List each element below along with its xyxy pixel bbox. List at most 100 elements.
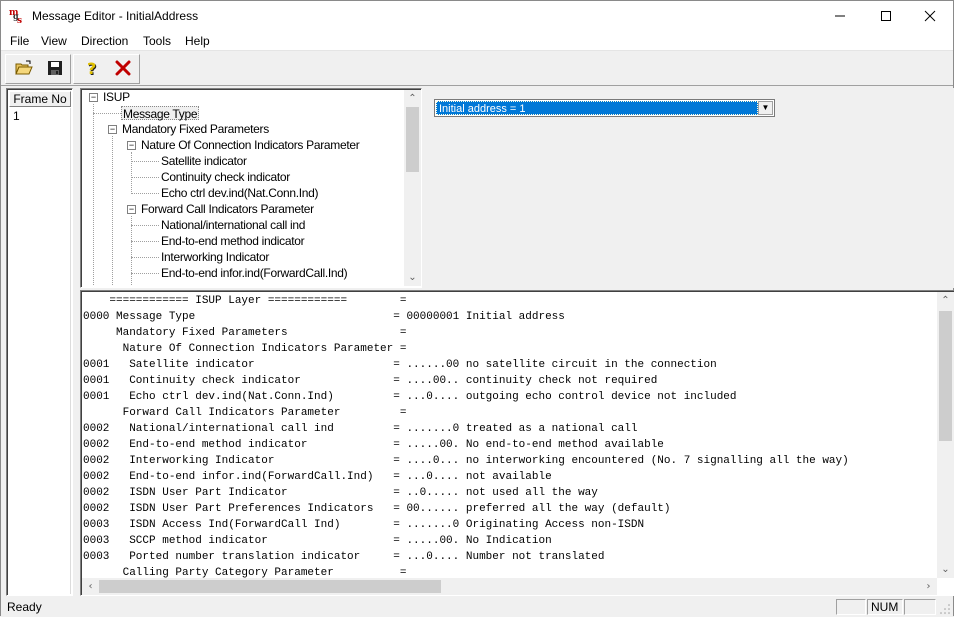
collapse-forward-icon[interactable]: − bbox=[127, 205, 136, 214]
save-button[interactable] bbox=[43, 60, 67, 82]
decode-line: 0000 Message Type = 00000001 Initial add… bbox=[83, 311, 565, 323]
menu-view[interactable]: View bbox=[41, 34, 67, 48]
scroll-thumb[interactable] bbox=[406, 107, 419, 172]
tree-node-end-to-end-infor[interactable]: End-to-end infor.ind(ForwardCall.Ind) bbox=[161, 266, 348, 280]
decode-line: 0002 ISDN User Part Indicator = ..0.....… bbox=[83, 487, 598, 499]
frame-list-divider bbox=[70, 108, 71, 594]
decode-line: 0001 Continuity check indicator = ....00… bbox=[83, 375, 658, 387]
open-button[interactable] bbox=[12, 60, 36, 82]
scroll-down-arrow-icon[interactable]: ⌄ bbox=[937, 561, 954, 578]
frame-list: Frame No 1 bbox=[6, 88, 73, 596]
scroll-left-arrow-icon[interactable]: ‹ bbox=[82, 578, 99, 595]
decode-line: 0002 ISDN User Part Preferences Indicato… bbox=[83, 503, 671, 515]
folder-open-icon bbox=[15, 60, 33, 75]
close-icon bbox=[924, 10, 936, 22]
decode-line: Forward Call Indicators Parameter = bbox=[83, 407, 407, 419]
message-type-select[interactable]: Initial address = 1 ▼ bbox=[434, 99, 775, 117]
help-button[interactable]: ? ? bbox=[81, 59, 105, 82]
scroll-down-arrow-icon[interactable]: ⌄ bbox=[404, 269, 421, 286]
collapse-mandatory-icon[interactable]: − bbox=[108, 125, 117, 134]
minimize-button[interactable] bbox=[817, 1, 863, 31]
status-num-lock: NUM bbox=[867, 599, 903, 615]
tree-node-isup[interactable]: ISUP bbox=[103, 90, 130, 104]
toolbar-file-group bbox=[5, 54, 71, 84]
menu-help[interactable]: Help bbox=[185, 34, 210, 48]
scroll-thumb[interactable] bbox=[939, 311, 952, 441]
floppy-disk-icon bbox=[48, 61, 62, 75]
resize-grip-icon[interactable] bbox=[939, 603, 951, 615]
tree-node-satellite[interactable]: Satellite indicator bbox=[161, 154, 247, 168]
tree-connector bbox=[131, 152, 132, 192]
tree-connector bbox=[131, 177, 159, 178]
decode-line: ============ ISUP Layer ============ = bbox=[83, 295, 407, 307]
tree-node-mandatory-fixed[interactable]: Mandatory Fixed Parameters bbox=[122, 122, 269, 136]
tree-connector bbox=[131, 257, 159, 258]
question-mark-icon: ? ? bbox=[87, 59, 97, 79]
maximize-button[interactable] bbox=[863, 1, 909, 31]
tree-connector bbox=[93, 113, 121, 114]
collapse-nature-icon[interactable]: − bbox=[127, 141, 136, 150]
tree-node-echo[interactable]: Echo ctrl dev.ind(Nat.Conn.Ind) bbox=[161, 186, 319, 200]
status-bar: Ready NUM bbox=[1, 597, 953, 617]
scroll-up-arrow-icon[interactable]: ⌃ bbox=[937, 292, 954, 309]
red-x-icon bbox=[115, 60, 131, 76]
decode-line: 0003 SCCP method indicator = .....00. No… bbox=[83, 535, 552, 547]
tree-node-end-to-end[interactable]: End-to-end method indicator bbox=[161, 234, 305, 248]
tree-connector bbox=[131, 193, 159, 194]
tree-connector bbox=[131, 273, 159, 274]
decode-line: 0002 End-to-end infor.ind(ForwardCall.In… bbox=[83, 471, 552, 483]
decode-vertical-scrollbar[interactable]: ⌃ ⌄ bbox=[937, 292, 954, 578]
delete-button[interactable] bbox=[111, 60, 135, 82]
tree-connector bbox=[131, 216, 132, 285]
window-title: Message Editor - InitialAddress bbox=[32, 9, 199, 23]
maximize-icon bbox=[881, 11, 891, 21]
tree-node-forward-call[interactable]: Forward Call Indicators Parameter bbox=[141, 202, 314, 216]
tree-node-national[interactable]: National/international call ind bbox=[161, 218, 305, 232]
message-type-select-value: Initial address = 1 bbox=[436, 101, 758, 115]
close-button[interactable] bbox=[907, 1, 953, 31]
collapse-isup-icon[interactable]: − bbox=[89, 93, 98, 102]
decode-line: 0003 ISDN Access Ind(ForwardCall Ind) = … bbox=[83, 519, 645, 531]
decode-line: 0002 National/international call ind = .… bbox=[83, 423, 638, 435]
message-tree: − ISUP Message Type − Mandatory Fixed Pa… bbox=[80, 88, 422, 288]
menu-direction[interactable]: Direction bbox=[81, 34, 128, 48]
status-text: Ready bbox=[7, 600, 42, 614]
svg-text:g: g bbox=[13, 11, 19, 21]
decode-output: ============ ISUP Layer ============ = 0… bbox=[80, 290, 954, 596]
toolbar-tools-group: ? ? bbox=[73, 54, 140, 84]
app-logo-icon: m s g bbox=[9, 7, 29, 26]
decode-line: 0002 End-to-end method indicator = .....… bbox=[83, 439, 664, 451]
minimize-icon bbox=[835, 15, 845, 17]
menu-bar: File View Direction Tools Help bbox=[1, 31, 953, 51]
tree-connector bbox=[112, 136, 113, 285]
scroll-thumb[interactable] bbox=[99, 580, 441, 593]
status-cell-caps bbox=[836, 599, 866, 615]
tree-node-interworking[interactable]: Interworking Indicator bbox=[161, 250, 269, 264]
menu-file[interactable]: File bbox=[10, 34, 29, 48]
tree-connector bbox=[131, 225, 159, 226]
decode-line: Mandatory Fixed Parameters = bbox=[83, 327, 407, 339]
chevron-down-icon[interactable]: ▼ bbox=[758, 101, 773, 115]
decode-line: 0003 Ported number translation indicator… bbox=[83, 551, 605, 563]
status-cell-scroll bbox=[904, 599, 936, 615]
decode-line: 0001 Echo ctrl dev.ind(Nat.Conn.Ind) = .… bbox=[83, 391, 737, 403]
title-bar: m s g Message Editor - InitialAddress bbox=[1, 1, 953, 31]
tree-vertical-scrollbar[interactable]: ⌃ ⌄ bbox=[404, 90, 421, 286]
message-editor-window: m s g Message Editor - InitialAddress Fi… bbox=[0, 0, 954, 617]
tree-node-message-type[interactable]: Message Type bbox=[121, 106, 200, 121]
svg-text:?: ? bbox=[87, 60, 96, 78]
scroll-right-arrow-icon[interactable]: › bbox=[920, 578, 937, 595]
decode-line: 0001 Satellite indicator = ......00 no s… bbox=[83, 359, 717, 371]
menu-tools[interactable]: Tools bbox=[143, 34, 171, 48]
tree-connector bbox=[93, 104, 94, 285]
tree-connector bbox=[131, 161, 159, 162]
frame-row[interactable]: 1 bbox=[13, 109, 20, 123]
decode-horizontal-scrollbar[interactable]: ‹ › bbox=[82, 578, 937, 595]
frame-no-header[interactable]: Frame No bbox=[9, 91, 71, 107]
toolbar: ? ? bbox=[1, 52, 953, 86]
decode-line: 0002 Interworking Indicator = ....0... n… bbox=[83, 455, 849, 467]
field-editor-pane: Initial address = 1 ▼ bbox=[424, 88, 954, 288]
tree-node-continuity[interactable]: Continuity check indicator bbox=[161, 170, 290, 184]
tree-node-nature-conn[interactable]: Nature Of Connection Indicators Paramete… bbox=[141, 138, 360, 152]
scroll-up-arrow-icon[interactable]: ⌃ bbox=[404, 90, 421, 107]
